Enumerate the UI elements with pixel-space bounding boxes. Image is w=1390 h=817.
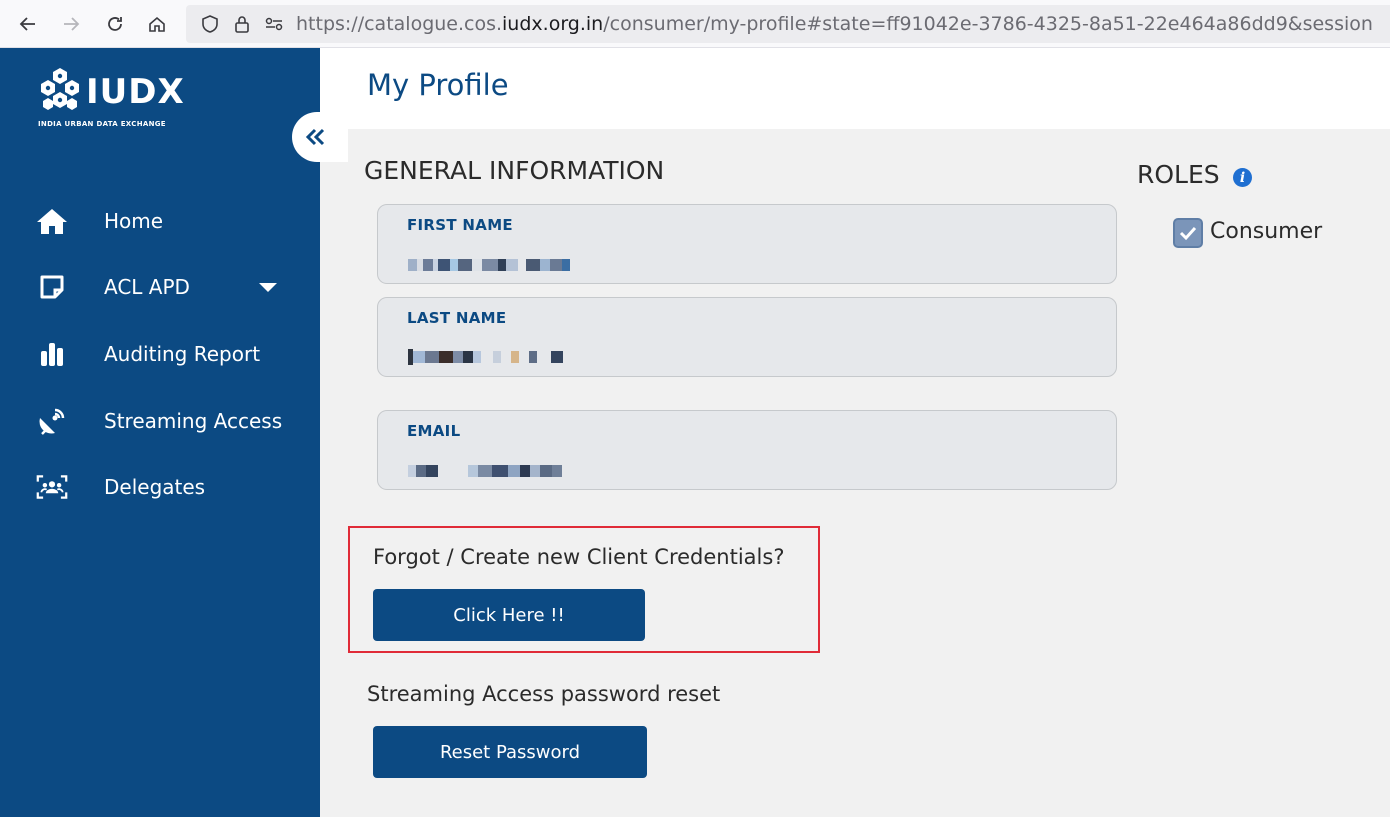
forward-icon[interactable] [56,9,86,39]
sidebar-item-label: ACL APD [104,275,190,299]
checkmark-icon [1179,226,1197,241]
logo-title: IUDX [86,72,185,112]
roles-heading: ROLES [1137,160,1220,189]
email-label: EMAIL [407,422,461,440]
sidebar: IUDX INDIA URBAN DATA EXCHANGE Home ACL … [0,48,348,817]
page-header: My Profile [320,48,1390,129]
chevron-down-icon[interactable] [259,282,277,292]
sidebar-item-label: Streaming Access [104,409,283,433]
first-name-label: FIRST NAME [407,216,513,234]
sidebar-item-auditing-report[interactable]: Auditing Report [0,331,320,377]
permissions-icon[interactable] [258,9,290,39]
consumer-role-checkbox[interactable] [1173,218,1203,248]
url-text: https://catalogue.cos.iudx.org.in/consum… [296,13,1373,35]
shield-icon[interactable] [194,9,226,39]
consumer-role-label: Consumer [1210,219,1323,244]
group-icon [36,471,68,503]
sidebar-item-acl-apd[interactable]: ACL APD [0,264,320,310]
browser-toolbar: https://catalogue.cos.iudx.org.in/consum… [0,0,1390,48]
satellite-dish-icon [36,405,68,437]
last-name-value-redacted [408,349,563,365]
logo-subtitle: INDIA URBAN DATA EXCHANGE [38,120,166,128]
first-name-value-redacted [408,258,570,272]
client-credentials-button[interactable]: Click Here !! [373,589,645,641]
sidebar-item-label: Auditing Report [104,342,261,366]
sidebar-item-streaming-access[interactable]: Streaming Access [0,398,320,444]
general-information-heading: GENERAL INFORMATION [364,156,665,185]
iudx-logo-mark-icon [41,68,79,110]
home-icon [36,205,68,237]
page-title: My Profile [367,68,509,102]
sidebar-item-home[interactable]: Home [0,198,320,244]
lock-icon[interactable] [226,9,258,39]
first-name-field[interactable]: FIRST NAME [377,204,1117,284]
sidebar-item-label: Home [104,209,164,233]
sidebar-item-delegates[interactable]: Delegates [0,464,320,510]
info-icon[interactable]: i [1233,168,1252,187]
home-browser-icon[interactable] [142,9,172,39]
url-bar[interactable]: https://catalogue.cos.iudx.org.in/consum… [186,5,1390,43]
sidebar-item-label: Delegates [104,475,206,499]
bar-chart-icon [36,338,68,370]
reload-icon[interactable] [100,9,130,39]
note-icon [36,271,68,303]
double-chevron-left-icon [305,128,325,146]
email-value-redacted [408,464,562,478]
reset-password-button[interactable]: Reset Password [373,726,647,778]
last-name-field[interactable]: LAST NAME [377,297,1117,377]
client-credentials-prompt: Forgot / Create new Client Credentials? [373,545,785,569]
last-name-label: LAST NAME [407,309,507,327]
back-icon[interactable] [13,9,43,39]
streaming-reset-prompt: Streaming Access password reset [367,682,721,706]
iudx-logo[interactable]: IUDX INDIA URBAN DATA EXCHANGE [36,66,186,132]
email-field[interactable]: EMAIL [377,410,1117,490]
